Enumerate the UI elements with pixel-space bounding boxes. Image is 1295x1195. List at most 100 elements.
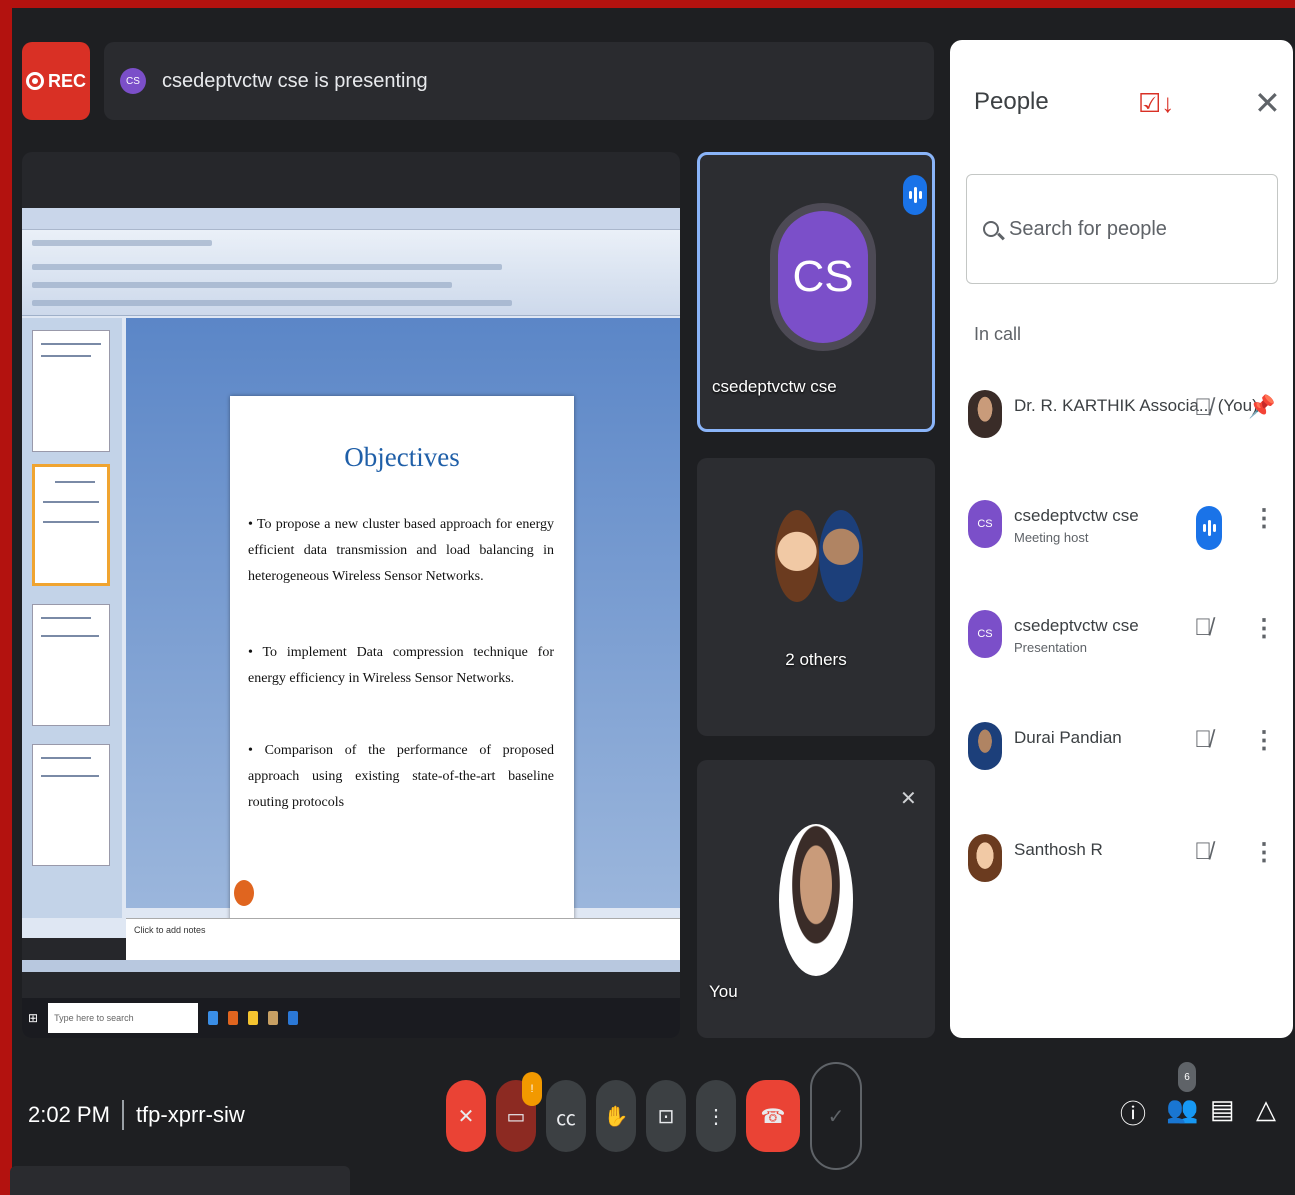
mic-off-icon: 🎙̸ — [1194, 614, 1212, 641]
participant-name: Dr. R. KARTHIK Associa... (You) — [1014, 396, 1258, 415]
end-call-icon: ☎ — [760, 1105, 786, 1128]
windows-icon: ⊞ — [28, 1011, 39, 1025]
others-label: 2 others — [785, 650, 847, 669]
participant-avatar — [775, 510, 819, 602]
people-panel: People ☑↓ ✕ In call Dr. R. KARTHIK Assoc… — [950, 40, 1293, 1038]
ribbon-row — [32, 282, 452, 288]
participant-avatar: CS — [968, 610, 1002, 658]
pin-icon[interactable]: 📌 — [1248, 394, 1275, 420]
shared-screen: Objectives • To propose a new cluster ba… — [22, 208, 680, 1038]
participant-avatar: CS — [778, 211, 868, 343]
participant-row[interactable]: Durai Pandian 🎙̸ ⋮ — [968, 708, 1278, 778]
participant-row[interactable]: Santhosh R 🎙̸ ⋮ — [968, 820, 1278, 890]
hand-icon: ✋ — [603, 1105, 629, 1128]
ribbon-row — [32, 240, 212, 246]
check-icon: ✓ — [827, 1105, 845, 1128]
participant-name: csedeptvctw cse — [1014, 616, 1139, 635]
raise-hand-button[interactable]: ✋ — [596, 1080, 636, 1152]
participant-avatar — [819, 510, 863, 602]
more-options-icon[interactable]: ⋮ — [1252, 838, 1276, 867]
slide: Objectives • To propose a new cluster ba… — [230, 396, 574, 928]
recording-button[interactable]: REC — [22, 42, 90, 120]
camera-off-icon: ▭ — [506, 1105, 526, 1128]
mic-off-icon: ✕ — [900, 788, 917, 810]
close-icon[interactable]: ✕ — [1254, 84, 1281, 122]
participant-name: csedeptvctw cse — [1014, 506, 1139, 525]
mic-off-icon: 🎙̸ — [1194, 394, 1212, 421]
self-label: You — [709, 982, 738, 1001]
recording-label: REC — [47, 70, 86, 91]
bottom-strip — [10, 1166, 350, 1195]
participant-row[interactable]: CS csedeptvctw cse Presentation 🎙̸ ⋮ — [968, 596, 1278, 666]
search-icon — [983, 221, 999, 237]
captions-icon: ㏄ — [556, 1107, 576, 1130]
participant-role: Meeting host — [1014, 530, 1089, 545]
chat-icon[interactable]: ▤ — [1210, 1094, 1235, 1125]
present-screen-button[interactable]: ⊡ — [646, 1080, 686, 1152]
slide-logo — [234, 880, 254, 906]
participant-avatar: CS — [968, 500, 1002, 548]
meeting-code: tfp-xprr-siw — [135, 1102, 245, 1127]
host-controls-icon[interactable]: ☑↓ — [1138, 88, 1174, 119]
activity-button[interactable]: ✓ — [810, 1062, 862, 1170]
user-avatar — [779, 824, 853, 976]
participant-name: csedeptvctw cse — [712, 377, 837, 396]
notes-pane: Click to add notes — [126, 918, 680, 960]
participant-count-badge: 6 — [1178, 1062, 1196, 1092]
ppt-status-bar — [22, 960, 680, 972]
more-options-icon[interactable]: ⋮ — [1252, 726, 1276, 755]
presentation-tile[interactable]: Objectives • To propose a new cluster ba… — [22, 152, 680, 1038]
search-input[interactable] — [1009, 217, 1249, 241]
speaking-indicator-icon — [903, 175, 927, 215]
warning-badge: ! — [522, 1072, 542, 1106]
captions-button[interactable]: ㏄ — [546, 1080, 586, 1152]
mic-off-icon: ✕ — [457, 1105, 475, 1128]
slide-thumbnail — [32, 744, 110, 866]
participant-row[interactable]: CS csedeptvctw cse Meeting host ⋮ — [968, 486, 1278, 556]
slide-thumbnail-active — [32, 464, 110, 586]
windows-taskbar: ⊞ Type here to search — [22, 998, 680, 1038]
ribbon-row — [32, 300, 512, 306]
participant-avatar — [968, 722, 1002, 770]
more-vert-icon: ⋮ — [706, 1105, 726, 1128]
participant-avatar — [968, 390, 1002, 438]
participant-row[interactable]: Dr. R. KARTHIK Associa... (You) 🎙̸ 📌 — [968, 376, 1278, 446]
mic-off-icon: 🎙̸ — [1194, 726, 1212, 753]
participant-tile-others[interactable]: 2 others — [697, 458, 935, 736]
more-options-button[interactable]: ⋮ — [696, 1080, 736, 1152]
app-icon — [228, 1011, 239, 1025]
ribbon-row — [32, 264, 502, 270]
presenter-avatar: CS — [120, 68, 146, 94]
more-options-icon[interactable]: ⋮ — [1252, 504, 1276, 533]
ppt-ribbon — [22, 230, 680, 316]
more-options-icon[interactable]: ⋮ — [1252, 614, 1276, 643]
taskbar-search: Type here to search — [48, 1003, 199, 1033]
slide-bullet: • To implement Data compression techniqu… — [248, 645, 554, 686]
microphone-toggle-button[interactable]: ✕ — [446, 1080, 486, 1152]
presenting-text: csedeptvctw cse is presenting — [162, 69, 428, 92]
people-search[interactable] — [966, 174, 1278, 284]
app-icon — [288, 1011, 299, 1025]
speaking-indicator-icon — [1196, 506, 1222, 550]
participant-name: Santhosh R — [1014, 840, 1103, 859]
slide-title: Objectives — [344, 442, 460, 472]
slide-bullet: • To propose a new cluster based approac… — [248, 517, 554, 584]
activities-icon[interactable]: △ — [1256, 1094, 1276, 1125]
leave-call-button[interactable]: ☎ — [746, 1080, 800, 1152]
meeting-info: 2:02 PM tfp-xprr-siw — [28, 1100, 245, 1130]
slide-thumbnails — [22, 318, 122, 918]
slide-thumbnail — [32, 330, 110, 452]
slide-canvas: Objectives • To propose a new cluster ba… — [126, 318, 680, 928]
panel-title: People — [974, 88, 1049, 115]
mic-off-icon: 🎙̸ — [1194, 838, 1212, 865]
app-icon — [208, 1011, 219, 1025]
clock: 2:02 PM — [28, 1102, 110, 1127]
slide-thumbnail — [32, 604, 110, 726]
present-icon: ⊡ — [657, 1105, 675, 1128]
participant-role: Presentation — [1014, 640, 1087, 655]
info-icon[interactable]: ⓘ — [1120, 1094, 1146, 1131]
people-icon[interactable]: 👥 — [1166, 1094, 1198, 1125]
in-call-label: In call — [974, 324, 1022, 344]
participant-tile-presenter[interactable]: CS csedeptvctw cse — [697, 152, 935, 432]
participant-tile-self[interactable]: ✕ You — [697, 760, 935, 1038]
